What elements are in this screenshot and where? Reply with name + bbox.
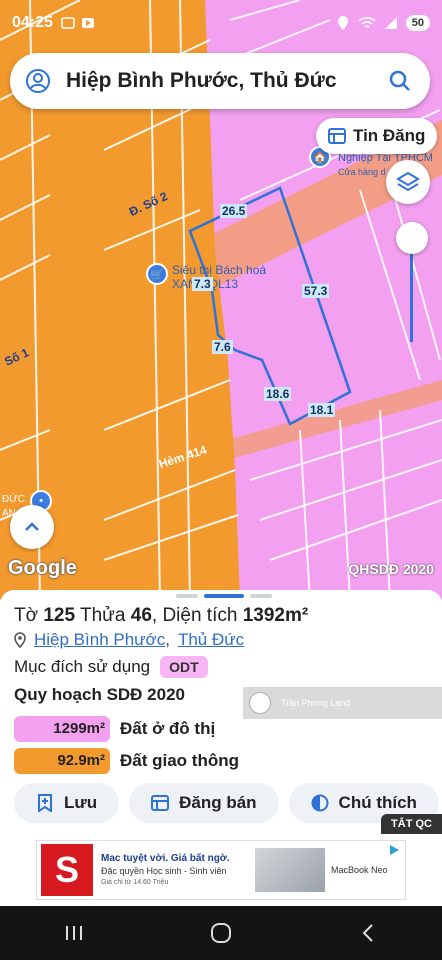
search-query[interactable]: Hiệp Bình Phước, Thủ Đức [66, 69, 386, 93]
wifi-icon [358, 17, 376, 28]
watermark-banner: Trần Phong Land [243, 687, 442, 719]
dimension-label: 18.6 [264, 387, 292, 401]
ad-logo-icon: S [41, 844, 93, 896]
parcel-address: Hiệp Bình Phước, Thủ Đức [14, 630, 244, 650]
back-button[interactable] [348, 913, 388, 953]
to-label: Tờ [14, 605, 39, 626]
gallery-icon [61, 17, 75, 29]
opacity-slider-track[interactable] [410, 250, 413, 342]
legend-label: Chú thích [338, 793, 417, 812]
zone-area-residential: 1299m² [14, 716, 110, 742]
store-pin-icon[interactable]: 🛒 [146, 263, 168, 285]
save-button[interactable]: Lưu [14, 783, 120, 823]
layers-button[interactable] [386, 160, 430, 204]
opacity-slider-knob[interactable] [396, 222, 428, 254]
map-view[interactable]: 04:25 50 Hiệp Bình Phước, Thủ Đức Tin Đă… [0, 0, 442, 600]
collapse-map-button[interactable] [10, 505, 54, 549]
back-icon [362, 924, 374, 942]
search-bar[interactable]: Hiệp Bình Phước, Thủ Đức [10, 53, 430, 109]
zone-label-transport: Đất giao thông [120, 751, 239, 770]
land-use-purpose: Mục đích sử dụng ODT [14, 656, 208, 678]
ad-brand: MacBook Neo [331, 865, 388, 875]
layers-icon [396, 171, 420, 192]
dimension-label: 18.1 [308, 403, 336, 417]
ad-content[interactable]: S Mac tuyệt vời. Giá bất ngờ. Đặc quyền … [36, 840, 406, 900]
tin-dang-label: Tin Đăng [353, 126, 426, 145]
area-label: Diện tích [162, 605, 238, 626]
ad-banner[interactable]: TẮT QC S Mac tuyệt vời. Giá bất ngờ. Đặc… [0, 814, 442, 906]
dimension-label: 7.3 [192, 277, 213, 291]
dimension-label: 26.5 [220, 204, 248, 218]
ad-subline: Đặc quyền Học sinh - Sinh viên [101, 865, 227, 876]
google-logo: Google [8, 557, 77, 579]
post-label: Đăng bán [179, 793, 257, 812]
recents-icon [65, 926, 82, 940]
zone-row-transport: 92.9m² Đất giao thông [14, 748, 239, 774]
bookmark-add-icon [36, 794, 54, 812]
sheet-handle[interactable] [176, 594, 272, 598]
zone-area-transport: 92.9m² [14, 748, 110, 774]
location-pin-icon [14, 632, 26, 648]
poi-left-line1: ĐỨC [2, 494, 25, 505]
account-icon[interactable] [24, 67, 52, 95]
post-for-sale-button[interactable]: Đăng bán [129, 783, 279, 823]
zone-label-residential: Đất ở đô thị [120, 719, 216, 738]
thua-value: 46 [130, 605, 152, 626]
recent-apps-button[interactable] [54, 913, 94, 953]
save-label: Lưu [64, 793, 98, 812]
tin-dang-button[interactable]: Tin Đăng [316, 118, 438, 154]
dimension-label: 7.6 [212, 340, 233, 354]
purpose-code-badge: ODT [160, 656, 208, 678]
contrast-icon [311, 794, 329, 812]
play-icon [81, 18, 94, 28]
status-right: 50 [336, 15, 430, 31]
district-link[interactable]: Thủ Đức [178, 630, 244, 650]
dimension-label: 57.3 [302, 284, 330, 298]
zone-row-residential: 1299m² Đất ở đô thị [14, 716, 215, 742]
laptop-image [255, 848, 325, 892]
listing-icon [328, 128, 346, 144]
to-value: 125 [43, 605, 76, 626]
parcel-title: Tờ 125 Thửa 46, Diện tích 1392m² [14, 605, 309, 626]
layer-name-label: QHSDĐ 2020 [348, 561, 434, 577]
poi-supermarket-line1: Siêu thị Bách hoá [172, 263, 267, 277]
parcel-info-sheet[interactable]: Tờ 125 Thửa 46, Diện tích 1392m² Hiệp Bì… [0, 590, 442, 836]
ad-headline: Mac tuyệt vời. Giá bất ngờ. [101, 852, 230, 864]
ad-price: Giá chỉ từ 14.60 Triệu [101, 878, 169, 886]
plan-title: Quy hoạch SDĐ 2020 [14, 685, 186, 704]
signal-icon [384, 17, 397, 29]
poi-supermarket[interactable]: Siêu thị Bách hoá XANH QL13 [172, 263, 266, 291]
status-bar: 04:25 50 [0, 0, 442, 46]
purpose-label: Mục đích sử dụng [14, 657, 151, 676]
poi-supermarket-line2: XANH QL13 [172, 277, 239, 291]
system-nav-bar [0, 906, 442, 960]
location-icon [337, 16, 348, 30]
area-value: 1392m² [242, 605, 309, 626]
home-icon [210, 923, 231, 943]
ad-info-icon [390, 845, 399, 855]
status-time: 04:25 [12, 14, 53, 31]
home-button[interactable] [201, 913, 241, 953]
action-bar: Lưu Đăng bán Chú thích [14, 783, 439, 823]
status-notification-icons [61, 16, 95, 30]
ward-link[interactable]: Hiệp Bình Phước [34, 630, 165, 650]
watermark-avatar [249, 692, 271, 714]
listing-icon [151, 794, 170, 812]
battery-badge: 50 [405, 15, 430, 31]
watermark-text: Trần Phong Land [281, 698, 351, 708]
thua-label: Thửa [80, 605, 126, 626]
close-ad-button[interactable]: TẮT QC [381, 814, 442, 834]
search-icon[interactable] [386, 67, 414, 95]
chevron-up-icon [25, 522, 39, 531]
ad-text: Mac tuyệt vời. Giá bất ngờ. Đặc quyền Họ… [101, 852, 251, 889]
